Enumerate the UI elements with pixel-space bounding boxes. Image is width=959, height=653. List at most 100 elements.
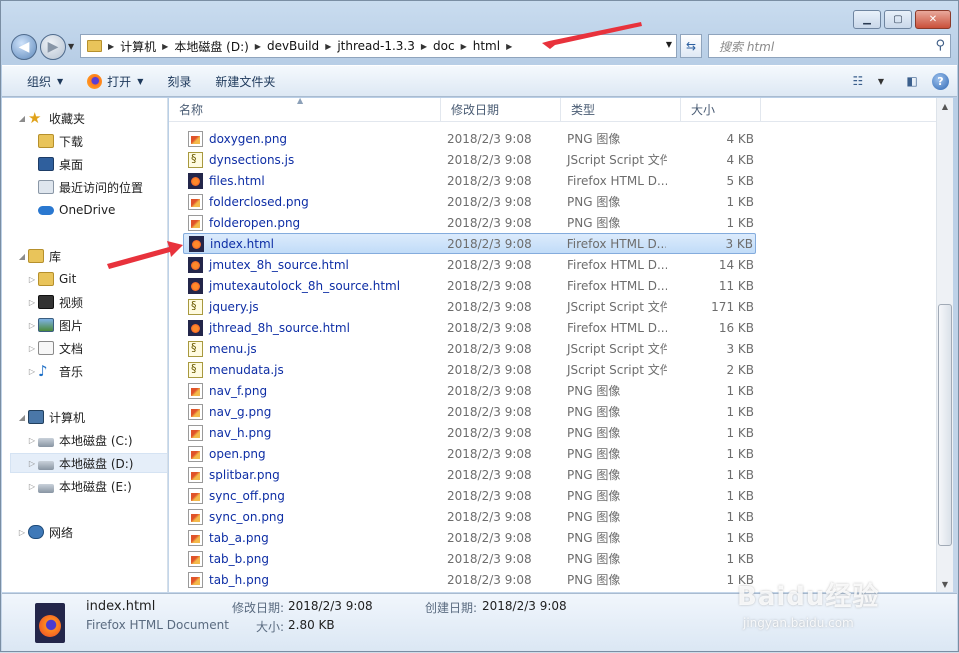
refresh-button[interactable]: ⇆ bbox=[680, 34, 702, 58]
chevron-right-icon[interactable]: ▶ bbox=[106, 42, 116, 51]
nav-desktop[interactable]: 桌面 bbox=[38, 154, 83, 174]
nav-videos[interactable]: ▷ 视频 bbox=[26, 292, 83, 312]
file-name-cell[interactable]: splitbar.png bbox=[183, 466, 427, 483]
file-name-cell[interactable]: nav_f.png bbox=[183, 382, 427, 399]
file-row[interactable]: menudata.js 2018/2/3 9:08 JScript Script 文… bbox=[183, 359, 756, 380]
minimize-button[interactable]: ▁ bbox=[853, 10, 881, 29]
file-name-cell[interactable]: files.html bbox=[183, 172, 427, 189]
nav-documents[interactable]: ▷ 文档 bbox=[26, 338, 83, 358]
file-row[interactable]: folderclosed.png 2018/2/3 9:08 PNG 图像 1 KB bbox=[183, 191, 756, 212]
file-row[interactable]: menu.js 2018/2/3 9:08 JScript Script 文件 3 K… bbox=[183, 338, 756, 359]
scroll-down-icon[interactable]: ▼ bbox=[937, 576, 953, 592]
collapse-icon[interactable]: ▷ bbox=[26, 482, 38, 491]
collapse-icon[interactable]: ▷ bbox=[26, 367, 38, 376]
file-row[interactable]: folderopen.png 2018/2/3 9:08 PNG 图像 1 KB bbox=[183, 212, 756, 233]
file-row[interactable]: sync_on.png 2018/2/3 9:08 PNG 图像 1 KB bbox=[183, 506, 756, 527]
file-row[interactable]: doxygen.png 2018/2/3 9:08 PNG 图像 4 KB bbox=[183, 128, 756, 149]
file-name-cell[interactable]: nav_g.png bbox=[183, 403, 427, 420]
file-name-cell[interactable]: index.html bbox=[184, 235, 427, 252]
chevron-right-icon[interactable]: ▶ bbox=[323, 42, 333, 51]
file-name-cell[interactable]: jmutexautolock_8h_source.html bbox=[183, 277, 427, 294]
file-row[interactable]: jthread_8h_source.html 2018/2/3 9:08 Firef… bbox=[183, 317, 756, 338]
scroll-up-icon[interactable]: ▲ bbox=[937, 98, 953, 114]
collapse-icon[interactable]: ▷ bbox=[26, 298, 38, 307]
nav-downloads[interactable]: 下载 bbox=[38, 131, 83, 151]
expand-icon[interactable]: ◢ bbox=[16, 114, 28, 123]
chevron-right-icon[interactable]: ▶ bbox=[419, 42, 429, 51]
file-row[interactable]: jquery.js 2018/2/3 9:08 JScript Script 文件 1… bbox=[183, 296, 756, 317]
back-button[interactable]: ◀ bbox=[11, 34, 37, 60]
file-name-cell[interactable]: tab_h.png bbox=[183, 571, 427, 588]
breadcrumb-computer[interactable]: 计算机 bbox=[116, 38, 160, 55]
breadcrumb-doc[interactable]: doc bbox=[429, 39, 459, 53]
vertical-scrollbar[interactable]: ▲ ▼ bbox=[936, 98, 953, 592]
nav-git[interactable]: ▷ Git bbox=[26, 269, 76, 289]
file-name-cell[interactable]: doxygen.png bbox=[183, 130, 427, 147]
nav-network[interactable]: ▷ 网络 bbox=[16, 522, 73, 542]
nav-onedrive[interactable]: OneDrive bbox=[38, 200, 115, 220]
file-row[interactable]: splitbar.png 2018/2/3 9:08 PNG 图像 1 KB bbox=[183, 464, 756, 485]
help-icon[interactable]: ? bbox=[932, 72, 949, 90]
scroll-thumb[interactable] bbox=[938, 304, 952, 546]
file-name-cell[interactable]: sync_off.png bbox=[183, 487, 427, 504]
file-row[interactable]: nav_g.png 2018/2/3 9:08 PNG 图像 1 KB bbox=[183, 401, 756, 422]
file-row[interactable]: sync_off.png 2018/2/3 9:08 PNG 图像 1 KB bbox=[183, 485, 756, 506]
nav-computer[interactable]: ◢ 计算机 bbox=[16, 407, 85, 427]
file-row[interactable]: index.html 2018/2/3 9:08 Firefox HTML D...… bbox=[183, 233, 756, 254]
file-row[interactable]: dynsections.js 2018/2/3 9:08 JScript Scrip… bbox=[183, 149, 756, 170]
file-name-cell[interactable]: jquery.js bbox=[183, 298, 427, 315]
file-row[interactable]: jmutexautolock_8h_source.html 2018/2/3 9:… bbox=[183, 275, 756, 296]
file-row[interactable]: jmutex_8h_source.html 2018/2/3 9:08 Firefo… bbox=[183, 254, 756, 275]
file-name-cell[interactable]: jmutex_8h_source.html bbox=[183, 256, 427, 273]
search-icon[interactable]: ⚲ bbox=[935, 38, 945, 53]
address-bar[interactable]: ▶ 计算机 ▶ 本地磁盘 (D:) ▶ devBuild ▶ jthread-1… bbox=[80, 34, 677, 58]
nav-drive-c[interactable]: ▷ 本地磁盘 (C:) bbox=[26, 430, 133, 450]
expand-icon[interactable]: ◢ bbox=[16, 413, 28, 422]
burn-button[interactable]: 刻录 bbox=[155, 73, 203, 90]
collapse-icon[interactable]: ▷ bbox=[26, 459, 38, 468]
nav-favorites[interactable]: ◢ ★ 收藏夹 bbox=[16, 108, 85, 128]
file-name-cell[interactable]: nav_h.png bbox=[183, 424, 427, 441]
column-type[interactable]: 类型 bbox=[561, 98, 681, 122]
search-input[interactable]: 搜索 html ⚲ bbox=[708, 34, 951, 58]
organize-button[interactable]: 组织 ▼ bbox=[2, 73, 75, 90]
chevron-right-icon[interactable]: ▶ bbox=[504, 42, 514, 51]
column-name[interactable]: ▲ 名称 bbox=[169, 98, 441, 122]
column-date[interactable]: 修改日期 bbox=[441, 98, 561, 122]
maximize-button[interactable]: ▢ bbox=[884, 10, 912, 29]
nav-recent[interactable]: 最近访问的位置 bbox=[38, 177, 143, 197]
breadcrumb-drive-d[interactable]: 本地磁盘 (D:) bbox=[170, 38, 252, 55]
file-row[interactable]: tab_h.png 2018/2/3 9:08 PNG 图像 1 KB bbox=[183, 569, 756, 590]
file-name-cell[interactable]: jthread_8h_source.html bbox=[183, 319, 427, 336]
address-dropdown-icon[interactable]: ▼ bbox=[666, 40, 672, 49]
collapse-icon[interactable]: ▷ bbox=[16, 528, 28, 537]
file-row[interactable]: tab_b.png 2018/2/3 9:08 PNG 图像 1 KB bbox=[183, 548, 756, 569]
file-name-cell[interactable]: open.png bbox=[183, 445, 427, 462]
file-row[interactable]: open.png 2018/2/3 9:08 PNG 图像 1 KB bbox=[183, 443, 756, 464]
file-row[interactable]: files.html 2018/2/3 9:08 Firefox HTML D...… bbox=[183, 170, 756, 191]
column-size[interactable]: 大小 bbox=[681, 98, 761, 122]
file-name-cell[interactable]: sync_on.png bbox=[183, 508, 427, 525]
chevron-down-icon[interactable]: ▼ bbox=[878, 77, 884, 86]
file-name-cell[interactable]: tab_b.png bbox=[183, 550, 427, 567]
collapse-icon[interactable]: ▷ bbox=[26, 275, 38, 284]
breadcrumb-jthread[interactable]: jthread-1.3.3 bbox=[333, 39, 419, 53]
file-name-cell[interactable]: menu.js bbox=[183, 340, 427, 357]
file-row[interactable]: nav_f.png 2018/2/3 9:08 PNG 图像 1 KB bbox=[183, 380, 756, 401]
expand-icon[interactable]: ◢ bbox=[16, 252, 28, 261]
collapse-icon[interactable]: ▷ bbox=[26, 321, 38, 330]
chevron-right-icon[interactable]: ▶ bbox=[253, 42, 263, 51]
forward-button[interactable]: ▶ bbox=[40, 34, 66, 60]
breadcrumb-html[interactable]: html bbox=[469, 39, 504, 53]
file-name-cell[interactable]: tab_a.png bbox=[183, 529, 427, 546]
chevron-right-icon[interactable]: ▶ bbox=[160, 42, 170, 51]
view-options-icon[interactable]: ☷ bbox=[848, 71, 868, 91]
nav-pictures[interactable]: ▷ 图片 bbox=[26, 315, 83, 335]
open-button[interactable]: 打开 ▼ bbox=[75, 73, 155, 90]
nav-libraries[interactable]: ◢ 库 bbox=[16, 246, 61, 266]
collapse-icon[interactable]: ▷ bbox=[26, 436, 38, 445]
file-name-cell[interactable]: dynsections.js bbox=[183, 151, 427, 168]
nav-drive-d[interactable]: ▷ 本地磁盘 (D:) bbox=[10, 453, 167, 473]
close-button[interactable]: ✕ bbox=[915, 10, 951, 29]
chevron-right-icon[interactable]: ▶ bbox=[459, 42, 469, 51]
